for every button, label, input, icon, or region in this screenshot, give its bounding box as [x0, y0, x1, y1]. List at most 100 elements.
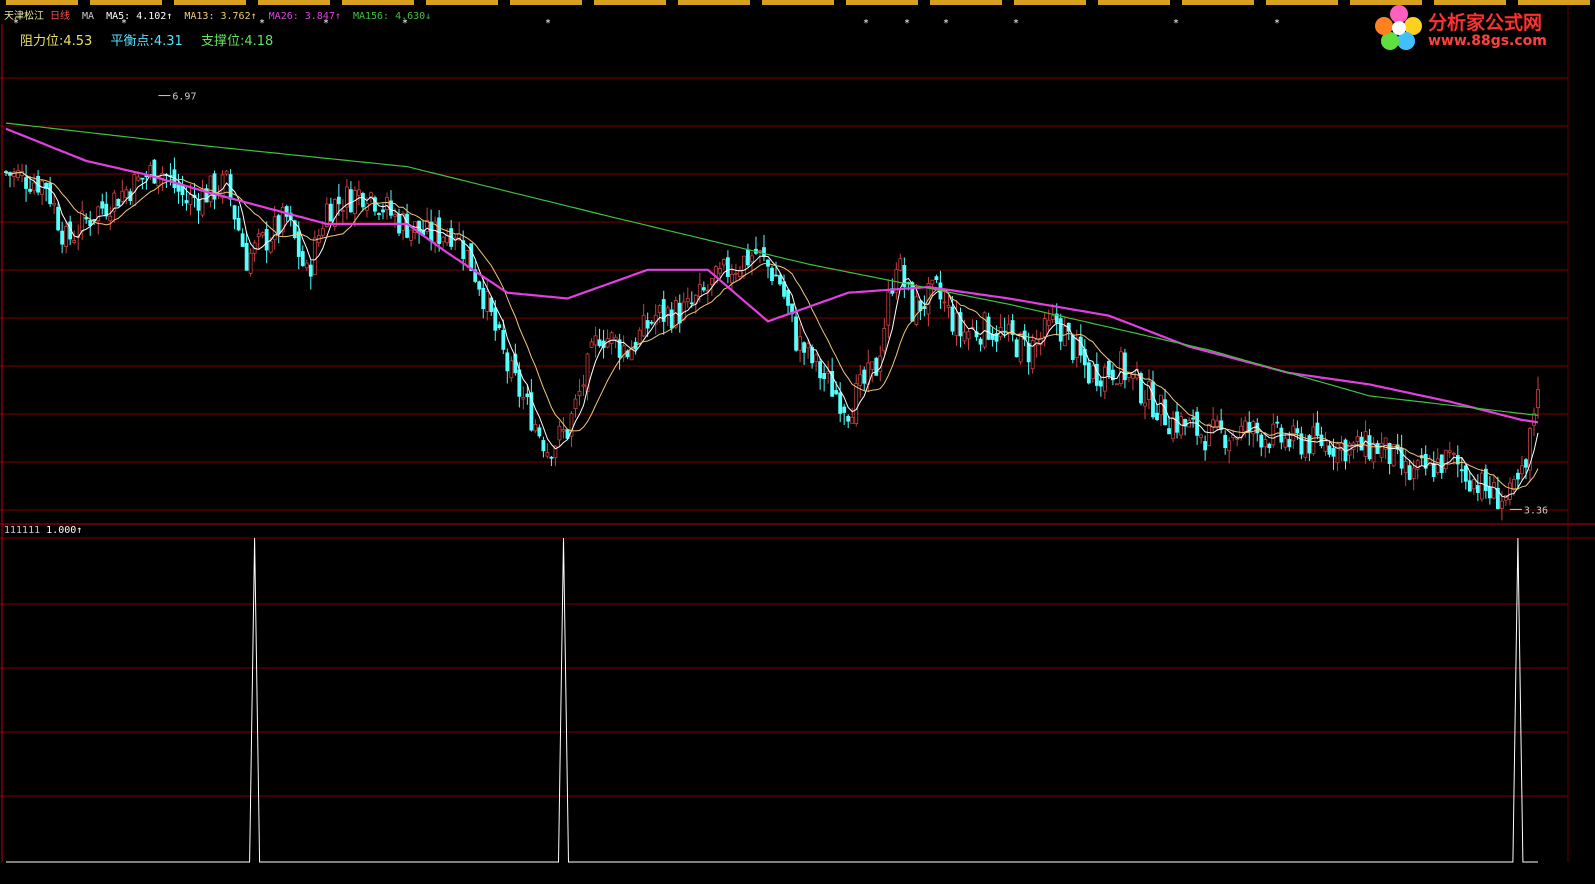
candle-body [798, 336, 802, 351]
candle-body [1143, 402, 1147, 407]
star-marker: * [944, 18, 949, 29]
candle-body [818, 361, 823, 379]
star-marker: * [1174, 18, 1179, 29]
candle-body [1042, 318, 1047, 338]
candle-body [934, 276, 939, 280]
candle-body [657, 305, 662, 314]
candle-body [72, 240, 77, 244]
candle-body [697, 283, 702, 298]
candle-body [260, 232, 265, 236]
candle-body [1098, 380, 1103, 387]
candle-body [200, 188, 205, 216]
candle-body [950, 306, 955, 332]
candle-body [870, 361, 875, 370]
candlestick-series [4, 157, 1540, 521]
candle-body [557, 425, 562, 441]
candle-body [1171, 417, 1175, 440]
candle-body [1070, 334, 1075, 360]
candle-body [116, 198, 121, 207]
candle-body [1467, 480, 1472, 492]
candle-body [493, 307, 498, 331]
candle-body [709, 277, 714, 285]
chart-canvas: * * * * * * * * * * * * 6.97 3.36 [0, 6, 1595, 863]
candle-body [1363, 431, 1368, 457]
star-marker: * [122, 18, 127, 29]
candle-body [1102, 366, 1107, 392]
candle-body [685, 298, 690, 303]
candle-body [717, 268, 722, 274]
candle-body [353, 190, 357, 215]
candle-body [1355, 436, 1360, 443]
star-marker: * [905, 18, 910, 29]
candle-body [1431, 462, 1436, 478]
candle-body [1411, 467, 1416, 479]
candle-body [1491, 482, 1496, 499]
candle-body [537, 427, 542, 437]
candle-body [1155, 412, 1159, 420]
candle-body [1435, 458, 1440, 474]
candle-body [597, 339, 602, 347]
candle-body [1500, 500, 1504, 509]
candle-body [725, 257, 730, 277]
candle-body [613, 336, 618, 340]
candle-body [681, 301, 686, 321]
candle-body [328, 203, 333, 222]
candle-body [336, 196, 341, 205]
candle-body [124, 189, 129, 198]
star-marker: * [864, 18, 869, 29]
candle-body [1267, 443, 1272, 449]
candle-body [850, 416, 855, 424]
candle-body [1512, 479, 1516, 490]
candle-body [300, 251, 305, 267]
candle-body [1090, 365, 1095, 379]
candle-body [1163, 399, 1167, 426]
candle-body [862, 369, 867, 384]
candle-body [1074, 337, 1079, 358]
candle-body [320, 228, 325, 236]
indicator-line [6, 537, 1538, 863]
candle-body [1219, 420, 1224, 430]
candle-body [962, 331, 967, 342]
indicator-header: 111111 1.000↑ [4, 525, 82, 536]
candle-body [1227, 440, 1232, 452]
candle-body [750, 255, 754, 263]
candle-body [689, 302, 694, 305]
candle-body [60, 230, 65, 245]
candle-body [188, 194, 193, 205]
candle-body [1223, 434, 1228, 449]
candle-body [148, 165, 153, 176]
candle-body [782, 281, 786, 297]
candle-body [1407, 465, 1412, 480]
candle-body [1106, 360, 1111, 376]
candle-body [581, 384, 586, 387]
candle-body [264, 229, 269, 251]
candle-body [609, 332, 614, 344]
candle-body [1307, 435, 1312, 454]
candle-body [1459, 469, 1464, 472]
candle-body [794, 316, 798, 351]
candle-body [437, 217, 442, 244]
candle-body [525, 393, 530, 398]
candle-body [236, 217, 241, 231]
candle-body [758, 250, 762, 253]
high-price-label: 6.97 [172, 92, 196, 103]
candle-body [637, 329, 642, 345]
candle-body [28, 188, 32, 192]
candle-body [842, 406, 847, 413]
candle-body [1018, 332, 1023, 363]
candle-body [240, 233, 245, 247]
candle-body [284, 206, 289, 217]
candle-body [220, 174, 225, 199]
candle-body [485, 291, 490, 312]
candle-body [160, 173, 165, 179]
candle-body [1487, 486, 1492, 499]
candle-body [561, 429, 566, 432]
candle-body [858, 374, 863, 386]
candle-body [978, 338, 983, 345]
candle-body [1323, 440, 1328, 452]
candle-body [196, 198, 201, 211]
candle-body [120, 190, 125, 202]
candle-body [645, 320, 650, 329]
candle-body [296, 231, 301, 257]
candle-body [545, 452, 550, 457]
